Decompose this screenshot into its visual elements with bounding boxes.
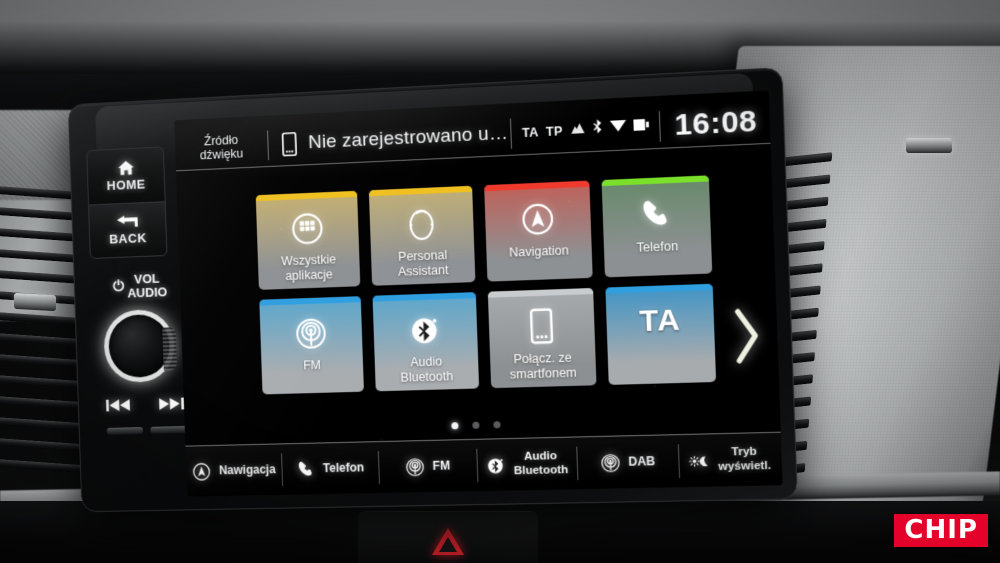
navigation-compass-icon — [520, 199, 556, 239]
signal-bars-icon — [609, 118, 627, 137]
back-button[interactable]: BACK — [88, 201, 168, 259]
skip-next-icon[interactable] — [159, 397, 185, 415]
page-dot-1[interactable] — [450, 422, 459, 430]
phone-handset-icon — [638, 194, 674, 234]
home-icon — [116, 160, 134, 176]
skip-previous-icon[interactable] — [106, 398, 131, 416]
air-vent-right-knob[interactable] — [906, 138, 952, 153]
app-tile-ta[interactable]: TA — [605, 283, 717, 385]
hardkey-strip — [106, 425, 187, 435]
tile-accent-bar — [605, 283, 713, 294]
home-screen: Wszystkie aplikacje Personal Assistant Nav… — [176, 150, 780, 442]
radio-waves-icon — [405, 457, 426, 477]
app-tile-telefon[interactable]: Telefon — [601, 175, 713, 278]
bluetooth-icon — [485, 455, 506, 476]
status-indicators: TA TP — [512, 116, 660, 143]
app-tile-audio-bluetooth[interactable]: Audio Bluetooth — [372, 292, 480, 392]
app-tile-personal-assistant[interactable]: Personal Assistant — [368, 185, 476, 286]
dock-item-label: Telefon — [322, 460, 365, 475]
chevron-right-icon[interactable] — [732, 307, 761, 365]
radio-waves-icon — [294, 314, 328, 353]
hardkey-column: HOME BACK ⏻ VOL AUDIO — [86, 146, 187, 471]
tile-label: Navigation — [508, 243, 570, 260]
tile-label: Audio Bluetooth — [400, 354, 454, 385]
bluetooth-icon — [592, 118, 603, 140]
apps-grid-icon — [290, 209, 324, 248]
battery-icon — [633, 117, 649, 136]
audio-source-button[interactable]: Źródło dźwięku — [175, 131, 268, 163]
tile-label: Telefon — [636, 238, 679, 255]
day-night-icon — [689, 454, 710, 467]
app-tile-fm[interactable]: FM — [259, 296, 364, 395]
smartphone-icon — [282, 132, 297, 156]
back-button-label: BACK — [108, 229, 147, 247]
ta-indicator: TA — [521, 124, 539, 140]
audio-source-line2: dźwięku — [199, 146, 244, 162]
head-unit: HOME BACK ⏻ VOL AUDIO Źródło dźwięku Nie… — [67, 67, 798, 513]
tile-label: FM — [303, 358, 322, 373]
hazard-light-button[interactable] — [358, 511, 538, 563]
tile-accent-bar — [368, 185, 473, 197]
bluetooth-icon — [408, 310, 443, 349]
volume-label-line2: AUDIO — [127, 284, 168, 301]
dock-item-tryb-wy-wietl[interactable]: Tryb wyświetl. — [677, 433, 782, 487]
hazard-triangle-icon — [432, 528, 464, 555]
transport-controls — [100, 396, 190, 416]
smartphone-icon — [530, 307, 554, 346]
page-dot-3[interactable] — [492, 421, 501, 429]
tile-accent-bar — [372, 292, 476, 302]
app-tile-navigation[interactable]: Navigation — [484, 180, 593, 282]
antenna-icon — [570, 120, 586, 139]
dock-item-telefon[interactable]: Telefon — [281, 442, 380, 495]
tile-accent-bar — [487, 287, 594, 298]
app-tile-po-cz-ze-smartfonem[interactable]: Połącz. ze smartfonem — [487, 287, 597, 389]
air-vent-left-knob[interactable] — [14, 292, 56, 312]
screenshot-root: HOME BACK ⏻ VOL AUDIO Źródło dźwięku Nie… — [0, 0, 1000, 563]
chip-watermark: CHIP — [894, 514, 988, 547]
phone-handset-icon — [295, 459, 315, 479]
tile-label: Połącz. ze smartfonem — [509, 350, 577, 382]
navigation-compass-icon — [192, 461, 212, 481]
tile-label: Wszystkie aplikacje — [280, 252, 337, 283]
dock-item-label: DAB — [628, 453, 656, 469]
clock: 16:08 — [673, 103, 758, 142]
dock-item-audio-bluetooth[interactable]: Audio Bluetooth — [476, 437, 578, 491]
volume-knob[interactable] — [102, 308, 176, 384]
tile-accent-bar — [259, 296, 361, 306]
tp-indicator: TP — [545, 123, 564, 139]
dock-item-nawigacja[interactable]: Nawigacja — [185, 444, 282, 496]
app-tile-grid: Wszystkie aplikacje Personal Assistant Nav… — [255, 175, 717, 395]
tile-label: Personal Assistant — [397, 248, 449, 279]
dock-item-label: Tryb wyświetl. — [718, 445, 772, 473]
home-button[interactable]: HOME — [86, 146, 166, 205]
bottom-dock: Nawigacja Telefon FM AudioBluetooth DAB — [185, 431, 783, 497]
tile-accent-bar — [484, 180, 590, 192]
tile-label: TA — [638, 303, 682, 339]
dock-item-label: Nawigacja — [218, 462, 276, 478]
status-message-text: Nie zarejestrowano urząd... — [307, 122, 512, 153]
tile-accent-bar — [601, 175, 710, 187]
dock-item-label: Audio Bluetooth — [513, 450, 569, 477]
status-message-area[interactable]: Nie zarejestrowano urząd... — [268, 121, 511, 157]
radio-waves-icon — [599, 452, 620, 473]
dock-item-dab[interactable]: DAB — [576, 435, 679, 489]
page-dot-2[interactable] — [471, 421, 480, 429]
power-icon: ⏻ — [112, 278, 125, 296]
assistant-face-icon — [405, 204, 438, 243]
touchscreen-display[interactable]: Źródło dźwięku Nie zarejestrowano urząd.… — [174, 90, 783, 497]
volume-knob-label: ⏻ VOL AUDIO — [96, 271, 184, 302]
tile-accent-bar — [255, 190, 358, 202]
page-indicator-dots — [185, 414, 781, 436]
dock-item-fm[interactable]: FM — [378, 440, 478, 493]
home-button-label: HOME — [106, 176, 146, 194]
app-tile-wszystkie-aplikacje[interactable]: Wszystkie aplikacje — [255, 190, 361, 290]
back-arrow-icon — [116, 214, 139, 230]
dock-item-label: FM — [432, 458, 451, 473]
